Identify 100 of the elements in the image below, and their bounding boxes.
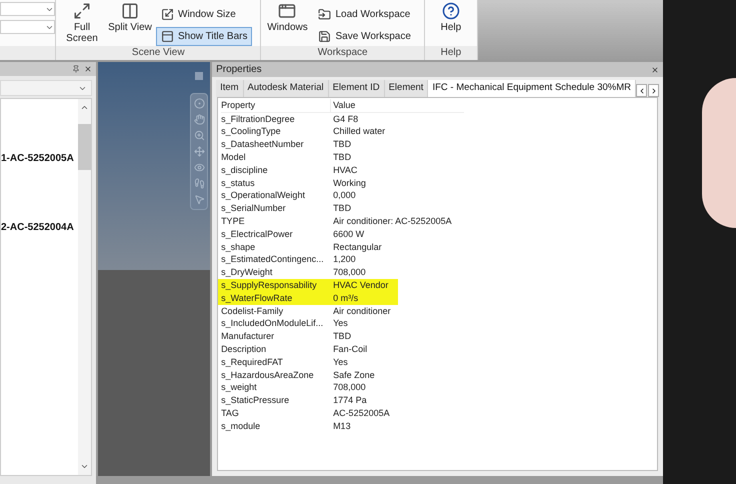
table-row[interactable]: s_StaticPressure 1774 Pa	[218, 394, 398, 408]
scroll-up-icon[interactable]	[80, 103, 89, 112]
table-cell-text: Yes	[333, 317, 349, 330]
panel-title: Properties	[216, 63, 262, 77]
table-row[interactable]: s_IncludedOnModuleLif... Yes	[218, 318, 398, 331]
table-cell-text: s_module	[221, 420, 262, 433]
table-cell-text: s_weight	[221, 381, 258, 394]
table-row[interactable]: TAG AC-5252005A	[218, 407, 398, 420]
table-cell-text: Air conditioner: AC-5252005A	[333, 215, 453, 228]
tab[interactable]: Element ID	[328, 80, 385, 97]
table-cell-text: Codelist-Family	[221, 304, 284, 318]
zoom-icon[interactable]	[194, 130, 205, 141]
dropdown-field[interactable]	[0, 80, 92, 96]
column-header: Property	[221, 98, 332, 112]
ribbon-group-label: Scene View	[56, 46, 260, 60]
dropdown-field[interactable]	[0, 20, 55, 34]
hand-icon[interactable]	[194, 114, 205, 125]
table-cell-text: s_IncludedOnModuleLif...	[221, 317, 324, 330]
tree-item[interactable]: 1-AC-5252005A	[1, 151, 74, 166]
table-row[interactable]: TYPE Air conditioner: AC-5252005A	[218, 215, 456, 228]
table-row[interactable]: Manufacturer TBD	[218, 330, 398, 344]
footprints-icon[interactable]	[194, 178, 205, 189]
table-cell-text: s_SerialNumber	[221, 202, 287, 216]
table-row[interactable]: Codelist-Family Air conditioner	[218, 304, 398, 318]
3d-viewport[interactable]	[98, 62, 210, 476]
tab[interactable]: Element	[384, 80, 428, 97]
window-icon	[278, 2, 296, 20]
highlighted-row[interactable]: s_WaterFlowRate 0 m³/s	[218, 292, 398, 305]
tree-item[interactable]: 2-AC-5252004A	[1, 220, 74, 235]
tab-scroll-left[interactable]	[636, 84, 647, 97]
table-row[interactable]: s_EstimatedContingenc... 1,200	[218, 254, 398, 267]
table-row[interactable]: s_ElectricalPower 6600 W	[218, 228, 398, 241]
dropdown-field[interactable]	[0, 2, 55, 16]
expand-arrows-icon	[73, 2, 91, 20]
table-row[interactable]: s_discipline HVAC	[218, 164, 398, 177]
table-cell-text: s_RequiredFAT	[221, 356, 284, 369]
table-row[interactable]: s_status Working	[218, 176, 398, 190]
table-row[interactable]: s_DatasheetNumber TBD	[218, 138, 398, 152]
tab[interactable]: IFC - Mechanical Equipment Schedule 30%MR	[428, 80, 636, 97]
table-row[interactable]: Description Fan-Coil	[218, 343, 398, 356]
move-icon[interactable]	[194, 146, 205, 157]
ribbon-group-label: Workspace	[261, 46, 424, 60]
ribbon-button[interactable]: Window Size	[156, 5, 252, 24]
ribbon-button[interactable]: Load Workspace	[313, 5, 416, 24]
scroll-down-icon[interactable]	[80, 462, 89, 471]
table-cell-text: s_shape	[221, 240, 256, 254]
table-row[interactable]: s_OperationalWeight 0,000	[218, 190, 398, 203]
tab[interactable]: Autodesk Material	[244, 80, 329, 97]
table-row[interactable]: s_shape Rectangular	[218, 240, 398, 254]
save-icon	[318, 30, 332, 43]
pin-icon[interactable]	[72, 65, 80, 73]
ribbon-button[interactable]: Windows	[265, 0, 310, 46]
ribbon-button[interactable]: Show Title Bars	[156, 27, 252, 46]
close-icon[interactable]	[84, 65, 92, 73]
table-cell-text: 1,200	[333, 253, 357, 266]
table-cell-text: Description	[221, 343, 268, 356]
pointer-icon[interactable]	[194, 194, 205, 205]
tab[interactable]: Item	[216, 80, 244, 97]
ribbon-button[interactable]: Full Screen	[60, 0, 104, 46]
scroll-thumb[interactable]	[78, 124, 91, 170]
table-cell-text: s_EstimatedContingenc...	[221, 253, 325, 266]
table-cell-text: s_StaticPressure	[221, 394, 290, 408]
table-cell-text: G4 F8	[333, 112, 360, 126]
table-cell-text: Fan-Coil	[333, 343, 368, 356]
table-row[interactable]: s_CoolingType Chilled water	[218, 126, 398, 139]
table-row[interactable]: s_FiltrationDegree G4 F8	[218, 113, 398, 126]
ribbon-group-label: Help	[424, 46, 477, 60]
table-row[interactable]: s_HazardousAreaZone Safe Zone	[218, 368, 398, 382]
table-cell-text: Model	[221, 151, 247, 164]
view-cube-icon[interactable]	[195, 72, 204, 80]
scrollbar[interactable]	[78, 99, 91, 475]
close-icon[interactable]	[651, 66, 659, 74]
table-cell-text: M13	[333, 420, 352, 433]
split-panes-icon	[121, 2, 139, 20]
table-cell-text: TBD	[333, 138, 352, 152]
ribbon-button[interactable]: Help	[428, 0, 473, 46]
table-cell-text: Chilled water	[333, 125, 386, 138]
wheel-icon[interactable]	[194, 98, 205, 109]
table-cell-text: TYPE	[221, 215, 246, 228]
ribbon-button[interactable]: Split View	[108, 0, 152, 46]
highlighted-row[interactable]: s_SupplyResponsability HVAC Vendor	[218, 279, 398, 292]
table-cell-text: HVAC	[333, 164, 358, 177]
ribbon-button[interactable]: Save Workspace	[313, 27, 416, 46]
table-row[interactable]: Model TBD	[218, 151, 398, 164]
help-icon	[442, 2, 460, 20]
table-row[interactable]: s_weight 708,000	[218, 382, 398, 395]
tab-scroll-right[interactable]	[648, 84, 659, 97]
table-cell-text: AC-5252005A	[333, 406, 391, 420]
table-row[interactable]: s_module M13	[218, 420, 398, 433]
table-cell-text: 6600 W	[333, 228, 366, 241]
table-row[interactable]: s_RequiredFAT Yes	[218, 356, 398, 369]
eye-icon[interactable]	[194, 162, 205, 173]
table-cell-text: s_ElectricalPower	[221, 228, 294, 241]
table-cell-text: s_CoolingType	[221, 125, 282, 138]
table-cell-text: Manufacturer	[221, 330, 276, 344]
table-cell-text: 708,000	[333, 266, 367, 280]
table-cell-text: s_DatasheetNumber	[221, 138, 305, 152]
table-row[interactable]: s_DryWeight 708,000	[218, 266, 398, 280]
table-cell-text: Air conditioner	[333, 304, 392, 318]
table-row[interactable]: s_SerialNumber TBD	[218, 202, 398, 216]
